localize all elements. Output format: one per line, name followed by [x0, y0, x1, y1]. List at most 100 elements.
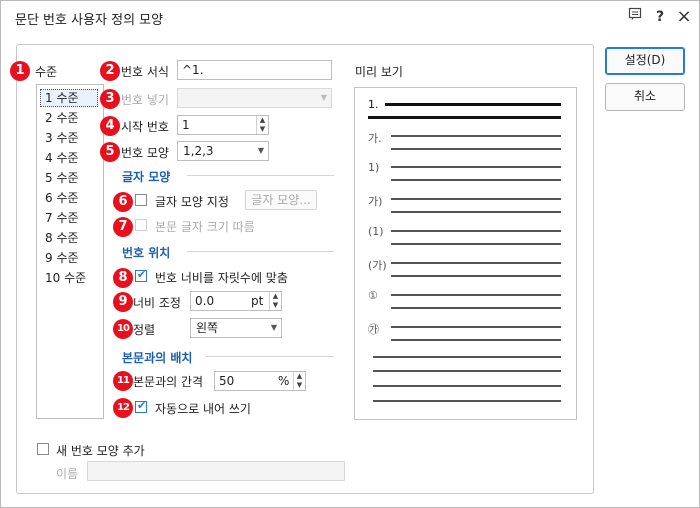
preview-marker-2: 가. [368, 132, 382, 145]
number-position-section-title: 번호 위치 [122, 246, 171, 260]
spin-arrows-icon[interactable]: ▲ ▼ [269, 292, 281, 310]
number-shape-value: 1,2,3 [183, 144, 214, 158]
width-adjust-label: 너비 조정 [133, 296, 181, 310]
align-label: 정렬 [133, 323, 156, 337]
checkmark-icon: ✔ [137, 399, 147, 412]
preview-line [373, 385, 561, 387]
title-bar: 문단 번호 사용자 정의 모양 ? × [1, 1, 699, 33]
fit-width-checkbox[interactable]: ✔ [135, 268, 147, 282]
badge-7: 7 [113, 217, 133, 237]
preview-line [391, 339, 561, 341]
number-insert-select[interactable]: ▼ [177, 88, 332, 108]
gap-value: 50 [219, 374, 235, 388]
name-label: 이름 [56, 467, 79, 481]
preview-line [391, 326, 561, 328]
auto-indent-checkbox[interactable]: ✔ [135, 399, 147, 413]
badge-9: 9 [113, 292, 133, 312]
start-number-value: 1 [182, 118, 190, 132]
preview-marker-6: (가) [368, 259, 387, 272]
preview-line [391, 198, 561, 200]
char-shape-specify-checkbox[interactable] [135, 194, 147, 206]
spin-arrows-icon[interactable]: ▲ ▼ [293, 372, 305, 390]
ok-button[interactable]: 설정(D) [605, 47, 685, 75]
char-shape-button[interactable]: 글자 모양... [245, 190, 317, 210]
char-shape-divider [187, 175, 334, 176]
char-shape-section-title: 글자 모양 [122, 170, 171, 184]
badge-6: 6 [113, 192, 133, 212]
gap-stepper[interactable]: 50 % ▲ ▼ [214, 371, 306, 391]
new-shape-checkbox[interactable] [37, 443, 49, 455]
number-format-label: 번호 서식 [121, 65, 169, 79]
new-shape-label: 새 번호 모양 추가 [56, 444, 145, 458]
badge-1: 1 [10, 61, 30, 81]
badge-11: 11 [113, 371, 133, 391]
level-item-10[interactable]: 10 수준 [45, 269, 86, 286]
preview-label: 미리 보기 [355, 65, 403, 79]
level-item-3[interactable]: 3 수준 [45, 129, 79, 146]
chevron-down-icon: ▼ [257, 146, 264, 155]
badge-5: 5 [100, 142, 120, 162]
level-item-1[interactable]: 1 수준 [40, 89, 98, 107]
level-label: 수준 [35, 65, 58, 79]
level-item-4[interactable]: 4 수준 [45, 149, 79, 166]
follow-body-size-label: 본문 글자 크기 따름 [155, 220, 255, 234]
start-number-stepper[interactable]: 1 ▲ ▼ [177, 115, 269, 135]
spin-arrows-icon[interactable]: ▲ ▼ [256, 116, 268, 134]
chevron-down-icon: ▼ [270, 323, 277, 332]
number-shape-label: 번호 모양 [121, 146, 169, 160]
preview-box: 1. 가. 1) 가) (1) (가) ① ㉮ [354, 87, 577, 420]
badge-3: 3 [100, 89, 120, 109]
cancel-button[interactable]: 취소 [605, 83, 685, 111]
preview-line [373, 356, 561, 358]
align-value: 왼쪽 [196, 321, 219, 335]
follow-body-size-checkbox[interactable] [135, 219, 147, 231]
preview-line [391, 179, 561, 181]
badge-10: 10 [113, 319, 133, 339]
preview-line [391, 262, 561, 264]
level-item-9[interactable]: 9 수준 [45, 249, 79, 266]
number-position-divider [187, 251, 334, 252]
number-format-input[interactable]: ^1. [177, 60, 332, 80]
char-shape-specify-label: 글자 모양 지정 [155, 195, 229, 209]
gap-unit: % [278, 374, 290, 388]
level-list[interactable]: 1 수준 2 수준 3 수준 4 수준 5 수준 6 수준 7 수준 8 수준 … [36, 84, 104, 419]
help-icon[interactable]: ? [650, 7, 670, 27]
level-item-5[interactable]: 5 수준 [45, 169, 79, 186]
number-insert-label: 번호 넣기 [121, 93, 169, 107]
checkmark-icon: ✔ [137, 268, 147, 281]
preview-marker-8: ㉮ [368, 323, 379, 336]
level-item-8[interactable]: 8 수준 [45, 229, 79, 246]
preview-line [391, 211, 561, 213]
align-select[interactable]: 왼쪽 ▼ [190, 318, 282, 338]
badge-12: 12 [113, 398, 133, 418]
preview-marker-7: ① [368, 289, 378, 302]
comment-icon[interactable] [625, 7, 645, 27]
preview-line [391, 166, 561, 168]
preview-marker-3: 1) [368, 161, 380, 174]
body-layout-divider [206, 356, 334, 357]
level-item-7[interactable]: 7 수준 [45, 209, 79, 226]
preview-marker-1: 1. [368, 98, 379, 111]
gap-label: 본문과의 간격 [133, 375, 204, 389]
level-item-6[interactable]: 6 수준 [45, 189, 79, 206]
dialog-window: 문단 번호 사용자 정의 모양 ? × 설정(D) 취소 1 수준 1 수준 2… [0, 0, 700, 508]
preview-line [368, 116, 561, 119]
level-item-2[interactable]: 2 수준 [45, 109, 79, 126]
auto-indent-label: 자동으로 내어 쓰기 [155, 402, 251, 416]
preview-marker-4: 가) [368, 195, 383, 208]
close-icon[interactable]: × [674, 7, 694, 27]
preview-line [385, 103, 561, 106]
preview-marker-5: (1) [368, 225, 384, 238]
dialog-title: 문단 번호 사용자 정의 모양 [15, 13, 164, 28]
preview-line [373, 370, 561, 372]
preview-line [391, 307, 561, 309]
name-input[interactable] [87, 461, 345, 481]
width-adjust-stepper[interactable]: 0.0 pt ▲ ▼ [190, 291, 282, 311]
preview-line [391, 275, 561, 277]
badge-2: 2 [100, 61, 120, 81]
badge-8: 8 [113, 268, 133, 288]
fit-width-label: 번호 너비를 자릿수에 맞춤 [155, 271, 288, 285]
chevron-down-icon: ▼ [320, 93, 327, 102]
start-number-label: 시작 번호 [121, 120, 169, 134]
number-shape-select[interactable]: 1,2,3 ▼ [177, 141, 269, 161]
